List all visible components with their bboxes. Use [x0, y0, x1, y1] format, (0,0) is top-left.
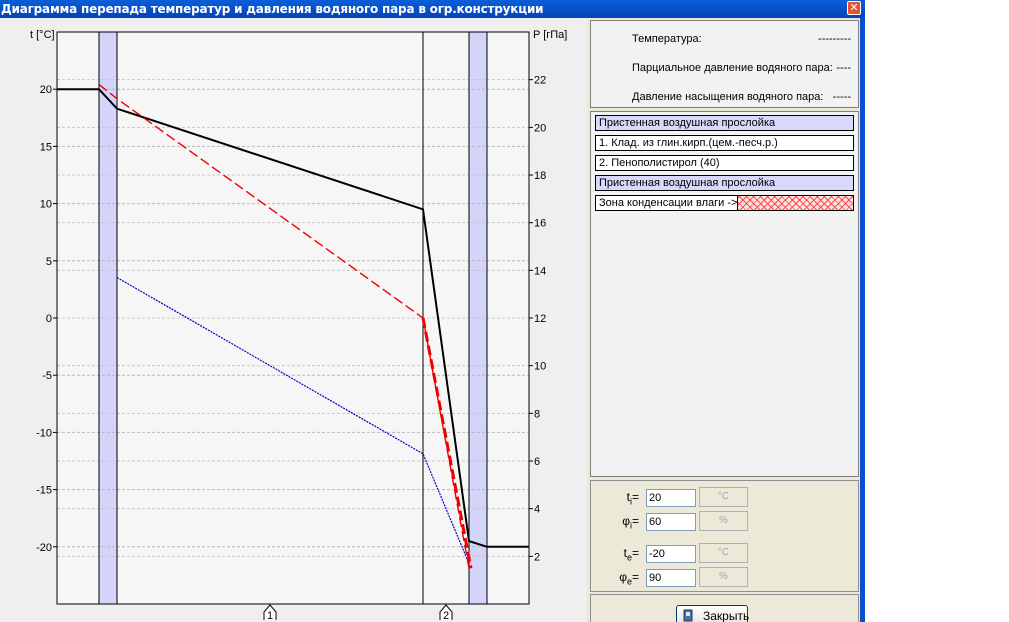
legend-dashes: ---------: [818, 33, 851, 45]
condensation-zone-row: Зона конденсации влаги ->: [595, 195, 854, 211]
left-axis-tick-label: 20: [40, 84, 52, 96]
left-axis-tick-label: 15: [40, 141, 52, 153]
layer-marker-label: 2: [443, 610, 449, 622]
te-label: te=: [623, 546, 639, 563]
legend-dashes: ----: [836, 62, 851, 74]
phie-label: φe=: [619, 570, 639, 587]
chart-area: 20 15 10 5 0 -5 -10 -15 -20 22 20 18 16 14 12 10 8 6 4 2 t […: [0, 18, 587, 622]
te-input[interactable]: [646, 545, 696, 563]
left-axis-tick-label: -10: [36, 427, 52, 439]
phii-unit: %: [699, 511, 748, 531]
layer-item-inner-air[interactable]: Пристенная воздушная прослойка: [595, 115, 854, 131]
right-axis-tick-label: 4: [534, 504, 540, 516]
close-button[interactable]: Закрыть: [676, 605, 750, 622]
window-title: Диаграмма перепада температур и давления…: [1, 2, 544, 16]
left-axis-tick-label: -15: [36, 485, 52, 497]
layer-item-brick[interactable]: 1. Клад. из глин.кирп.(цем.-песч.р.): [595, 135, 854, 151]
diagram-chart: 20151050-5-10-15-20222018161412108642t […: [30, 29, 567, 622]
parameters-panel: ti= °C φi= % te= °C φe= %: [590, 480, 859, 592]
legend-dashes: -----: [832, 91, 851, 103]
legend-item-temperature: Температура: ---------: [597, 32, 855, 46]
left-axis-tick-label: 0: [46, 313, 52, 325]
right-axis-tick-label: 20: [534, 122, 546, 134]
ti-input[interactable]: [646, 489, 696, 507]
layers-panel: Пристенная воздушная прослойка 1. Клад. …: [590, 111, 859, 477]
phii-label: φi=: [622, 514, 639, 531]
ti-unit: °C: [699, 487, 748, 507]
legend-item-partial-pressure: Парциальное давление водяного пара: ----: [597, 61, 855, 75]
right-axis-tick-label: 12: [534, 313, 546, 325]
dialog-window: Диаграмма перепада температур и давления…: [0, 0, 865, 622]
legend-label: Температура:: [632, 33, 702, 45]
condensation-zone-label: Зона конденсации влаги ->: [599, 197, 738, 209]
condensation-hatch-swatch: [737, 196, 853, 210]
right-axis-tick-label: 2: [534, 551, 540, 563]
button-panel: Закрыть: [590, 594, 859, 622]
layer-item-outer-air[interactable]: Пристенная воздушная прослойка: [595, 175, 854, 191]
right-axis-tick-label: 8: [534, 408, 540, 420]
right-axis-tick-label: 16: [534, 218, 546, 230]
right-axis-tick-label: 14: [534, 265, 546, 277]
left-axis-tick-label: -20: [36, 542, 52, 554]
legend-item-saturation-pressure: Давление насыщения водяного пара: -----: [597, 90, 855, 104]
phie-input[interactable]: [646, 569, 696, 587]
window-frame-right: [860, 18, 865, 622]
legend-panel: Температура: --------- Парциальное давле…: [590, 20, 859, 108]
left-axis-tick-label: 10: [40, 199, 52, 211]
window-close-button[interactable]: ✕: [847, 1, 861, 15]
phie-unit: %: [699, 567, 748, 587]
layer-item-polystyrene[interactable]: 2. Пенополистирол (40): [595, 155, 854, 171]
legend-label: Парциальное давление водяного пара:: [632, 62, 833, 74]
right-axis-title: P [гПа]: [533, 29, 567, 41]
right-axis-tick-label: 6: [534, 456, 540, 468]
phii-input[interactable]: [646, 513, 696, 531]
right-axis-tick-label: 10: [534, 361, 546, 373]
door-exit-icon: [683, 609, 693, 622]
left-axis-tick-label: -5: [42, 370, 52, 382]
right-axis-tick-label: 22: [534, 75, 546, 87]
legend-label: Давление насыщения водяного пара:: [632, 91, 824, 103]
layer-marker-label: 1: [267, 610, 273, 622]
close-button-label: Закрыть: [703, 609, 750, 622]
te-unit: °C: [699, 543, 748, 563]
left-axis-tick-label: 5: [46, 256, 52, 268]
ti-label: ti=: [626, 490, 639, 507]
close-icon: ✕: [849, 1, 859, 14]
title-bar[interactable]: Диаграмма перепада температур и давления…: [0, 0, 865, 18]
right-axis-tick-label: 18: [534, 170, 546, 182]
left-axis-title: t [°C]: [30, 29, 55, 41]
